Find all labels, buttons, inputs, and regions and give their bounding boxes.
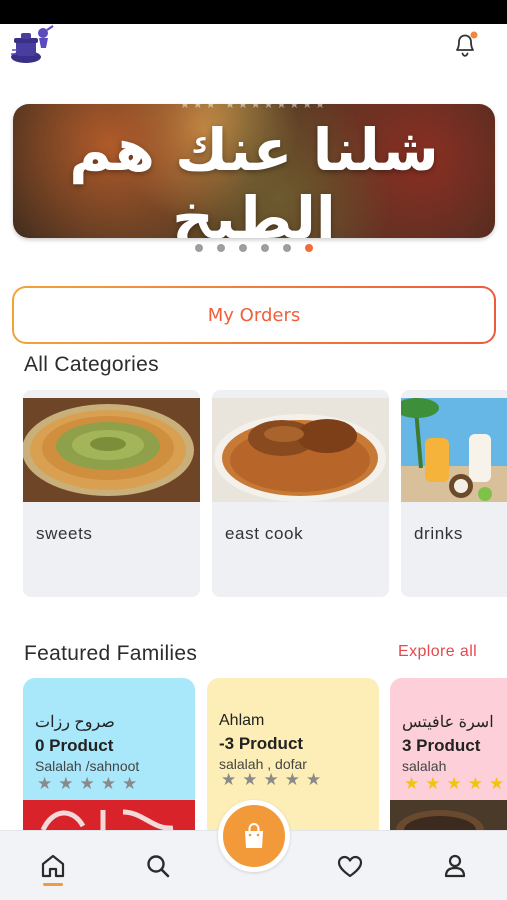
star-icon: ★ [242, 770, 258, 790]
active-tab-indicator [43, 883, 63, 886]
star-icon: ★ [58, 774, 74, 794]
category-label: drinks [414, 524, 463, 543]
family-name: صروح رزات [35, 714, 115, 731]
family-product-count: 3 Product [402, 736, 481, 755]
family-name: Ahlam [219, 712, 265, 729]
family-rating: ★ ★ ★ ★ ★ [37, 774, 137, 794]
category-label: sweets [36, 524, 93, 543]
categories-title: All Categories [24, 353, 159, 376]
family-location: Salalah /sahnoot [35, 758, 140, 774]
profile-icon[interactable] [440, 851, 470, 881]
home-icon[interactable] [38, 851, 68, 881]
family-rating: ★ ★ ★ ★ ★ [221, 770, 321, 790]
family-product-count: -3 Product [219, 734, 304, 753]
category-card-sweets[interactable]: sweets [23, 390, 200, 597]
explore-all-link[interactable]: Explore all [398, 643, 477, 661]
category-card-east-cook[interactable]: east cook [212, 390, 389, 597]
family-name: اسرة عافيتس [402, 714, 494, 731]
heart-icon[interactable] [335, 851, 365, 881]
family-card[interactable]: اسرة عافيتس 3 Product salalah ★ ★ ★ ★ ★ [390, 678, 507, 838]
carousel-dot[interactable] [195, 244, 203, 252]
my-orders-button[interactable]: My Orders [12, 286, 496, 344]
family-rating: ★ ★ ★ ★ ★ [404, 774, 504, 794]
star-icon: ★ [404, 774, 420, 794]
category-label: east cook [225, 524, 304, 543]
carousel-dot[interactable] [261, 244, 269, 252]
carousel-dot[interactable] [239, 244, 247, 252]
star-icon: ★ [425, 774, 441, 794]
family-product-count: 0 Product [35, 736, 114, 755]
promo-banner[interactable]: ★★★ ★★★★★★★★ شلنا عنك هم الطبخ [13, 104, 495, 238]
status-bar [0, 0, 507, 24]
category-image-sweets [23, 398, 200, 502]
family-card[interactable]: صروح رزات 0 Product Salalah /sahnoot ★ ★ ★… [23, 678, 195, 838]
categories-list: sweets east cook drinks [23, 390, 507, 600]
carousel-dot[interactable] [217, 244, 225, 252]
banner-decoration: ★★★ ★★★★★★★★ [180, 104, 328, 111]
star-icon: ★ [221, 770, 237, 790]
star-icon: ★ [306, 770, 322, 790]
star-icon: ★ [489, 774, 505, 794]
star-icon: ★ [263, 770, 279, 790]
star-icon: ★ [100, 774, 116, 794]
shopping-bag-icon [245, 822, 263, 848]
carousel-dot-active[interactable] [305, 244, 313, 252]
cart-button[interactable] [218, 800, 290, 872]
star-icon: ★ [122, 774, 138, 794]
featured-families-title: Featured Families [24, 642, 198, 665]
star-icon: ★ [467, 774, 483, 794]
star-icon: ★ [446, 774, 462, 794]
category-card-drinks[interactable]: drinks [401, 390, 507, 597]
star-icon: ★ [79, 774, 95, 794]
app-logo [10, 24, 54, 64]
notification-bell-icon[interactable] [448, 28, 482, 62]
carousel-dot[interactable] [283, 244, 291, 252]
category-image-east-cook [212, 398, 389, 502]
star-icon: ★ [37, 774, 53, 794]
search-icon[interactable] [143, 851, 173, 881]
banner-text: شلنا عنك هم الطبخ [69, 116, 439, 238]
family-location: salalah [402, 758, 447, 774]
carousel-indicator [0, 244, 507, 254]
category-image-drinks [401, 397, 507, 502]
star-icon: ★ [284, 770, 300, 790]
